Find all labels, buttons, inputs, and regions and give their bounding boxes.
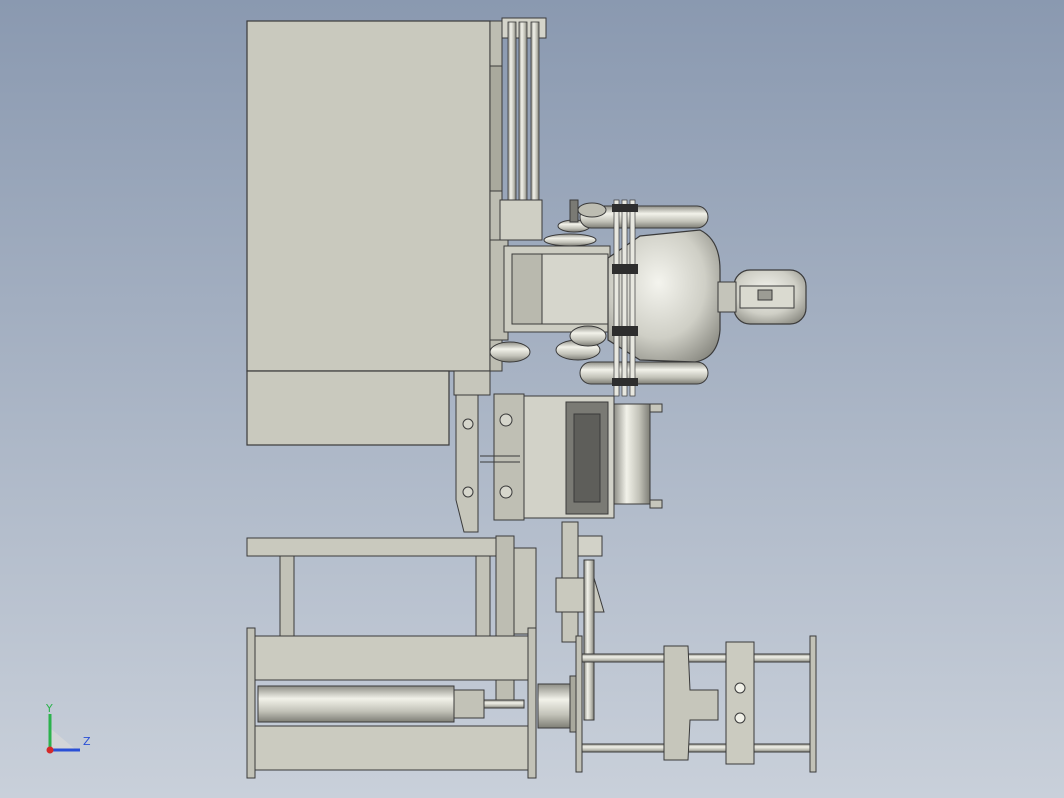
z-axis-label: Z — [83, 735, 91, 748]
vertical-guide-rods — [499, 17, 547, 241]
y-axis-label: Y — [45, 702, 53, 715]
horizontal-press — [537, 635, 817, 773]
axis-triad: Y Z — [45, 702, 91, 754]
x-axis-point — [46, 746, 54, 754]
cad-viewport[interactable]: Y Z — [0, 0, 1064, 798]
assembly-drawing — [246, 17, 817, 779]
lower-frame — [246, 535, 537, 779]
